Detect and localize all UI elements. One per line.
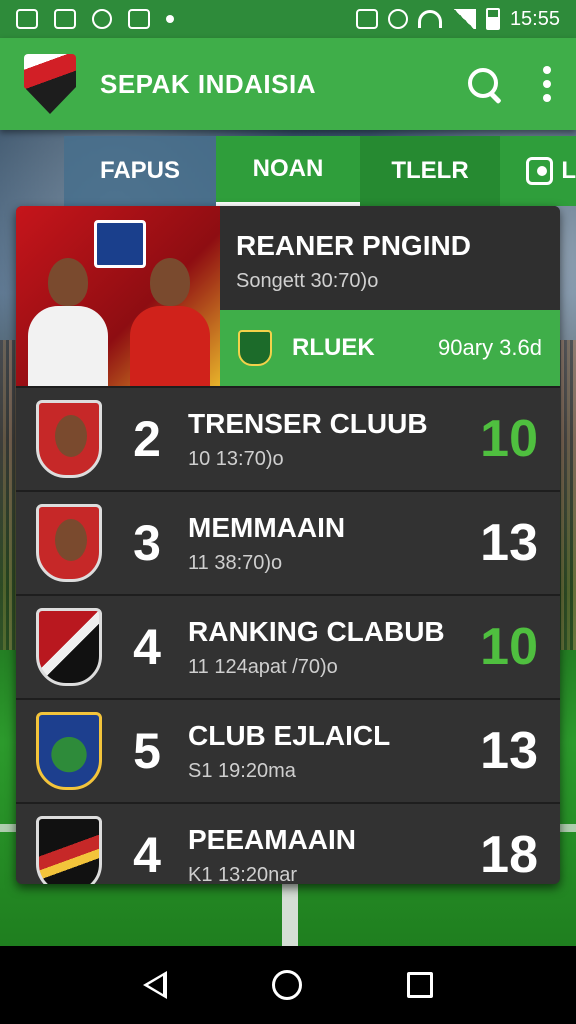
club-subtitle: 11 124apat /70)o xyxy=(188,655,338,678)
featured-club-bar[interactable]: RLUEK 90ary 3.6d xyxy=(220,310,560,386)
club-name: TRENSER CLUUB xyxy=(188,407,428,439)
featured-club-name: RLUEK xyxy=(292,334,375,361)
tab-live[interactable]: L xyxy=(500,136,576,206)
rank-number: 3 xyxy=(133,515,161,571)
club-score: 18 xyxy=(480,826,538,884)
rank-number: 4 xyxy=(133,619,161,675)
featured-meta: 90ary 3.6d xyxy=(438,335,542,360)
tab-live-label: L xyxy=(561,157,576,184)
club-crest-icon xyxy=(36,816,102,884)
player-avatar xyxy=(36,504,102,582)
club-score: 13 xyxy=(480,514,538,572)
club-crest-icon xyxy=(36,712,102,790)
club-name: RANKING CLABUB xyxy=(188,615,445,647)
sync-icon xyxy=(387,9,408,29)
notification-dot-icon xyxy=(166,15,174,23)
tab-noan[interactable]: NOAN xyxy=(216,136,360,206)
navigation-bar xyxy=(0,946,576,1024)
club-subtitle: K1 13:20nar xyxy=(188,863,297,885)
club-name: PEEAMAAIN xyxy=(188,823,357,855)
club-subtitle: S1 19:20ma xyxy=(188,759,296,782)
player-image xyxy=(22,258,114,386)
player-image xyxy=(124,258,216,386)
featured-title: REANER PNGIND xyxy=(236,230,471,261)
club-crest-icon xyxy=(36,608,102,686)
recents-icon[interactable] xyxy=(407,972,434,998)
featured-image xyxy=(16,206,220,386)
tab-bar: FAPUS NOAN TLELR L xyxy=(64,136,576,206)
table-row[interactable]: 4 RANKING CLABUB 11 124apat /70)o 10 xyxy=(16,594,560,698)
back-icon[interactable] xyxy=(142,971,167,999)
club-score: 10 xyxy=(480,618,538,676)
tab-fapus[interactable]: FAPUS xyxy=(64,136,216,206)
rank-number: 2 xyxy=(133,411,161,467)
club-subtitle: 11 38:70)o xyxy=(188,551,283,574)
club-crest-icon xyxy=(238,330,272,366)
more-options-icon[interactable] xyxy=(542,66,552,102)
table-row[interactable]: 4 PEEAMAAIN K1 13:20nar 18 xyxy=(16,802,560,884)
gallery-icon xyxy=(16,9,38,29)
battery-icon xyxy=(485,8,500,30)
wifi-icon xyxy=(417,10,442,28)
featured-subtitle: Songett 30:70)o xyxy=(236,270,379,292)
table-row[interactable]: 2 TRENSER CLUUB 10 13:70)o 10 xyxy=(16,386,560,490)
featured-match-card[interactable]: REANER PNGIND Songett 30:70)o RLUEK 90ar… xyxy=(16,206,560,386)
featured-info: REANER PNGIND Songett 30:70)o xyxy=(220,206,560,310)
table-row[interactable]: 5 CLUB EJLAICL S1 19:20ma 13 xyxy=(16,698,560,802)
rank-number: 5 xyxy=(133,723,161,779)
rank-number: 4 xyxy=(133,827,161,883)
club-score: 13 xyxy=(480,722,538,780)
club-name: CLUB EJLAICL xyxy=(188,719,391,751)
app-logo xyxy=(24,54,76,114)
search-icon[interactable] xyxy=(466,66,502,102)
home-icon[interactable] xyxy=(271,970,302,1000)
app-title: SEPAK INDAISIA xyxy=(100,68,316,99)
club-score: 10 xyxy=(480,410,538,468)
club-name: MEMMAAIN xyxy=(188,511,346,543)
ranking-panel: REANER PNGIND Songett 30:70)o RLUEK 90ar… xyxy=(16,206,560,884)
nfc-icon xyxy=(355,9,378,29)
signal-icon xyxy=(451,9,476,29)
tab-tlelr[interactable]: TLELR xyxy=(360,136,500,206)
club-subtitle: 10 13:70)o xyxy=(188,447,284,470)
camera-icon xyxy=(526,157,554,185)
table-row[interactable]: 3 MEMMAAIN 11 38:70)o 13 xyxy=(16,490,560,594)
youtube-icon xyxy=(128,9,150,29)
app-bar: SEPAK INDAISIA xyxy=(0,38,576,130)
clock: 15:55 xyxy=(509,7,560,30)
status-bar: 15:55 xyxy=(0,0,576,38)
message-icon xyxy=(54,9,76,29)
shazam-icon xyxy=(92,9,112,29)
player-avatar xyxy=(36,400,102,478)
